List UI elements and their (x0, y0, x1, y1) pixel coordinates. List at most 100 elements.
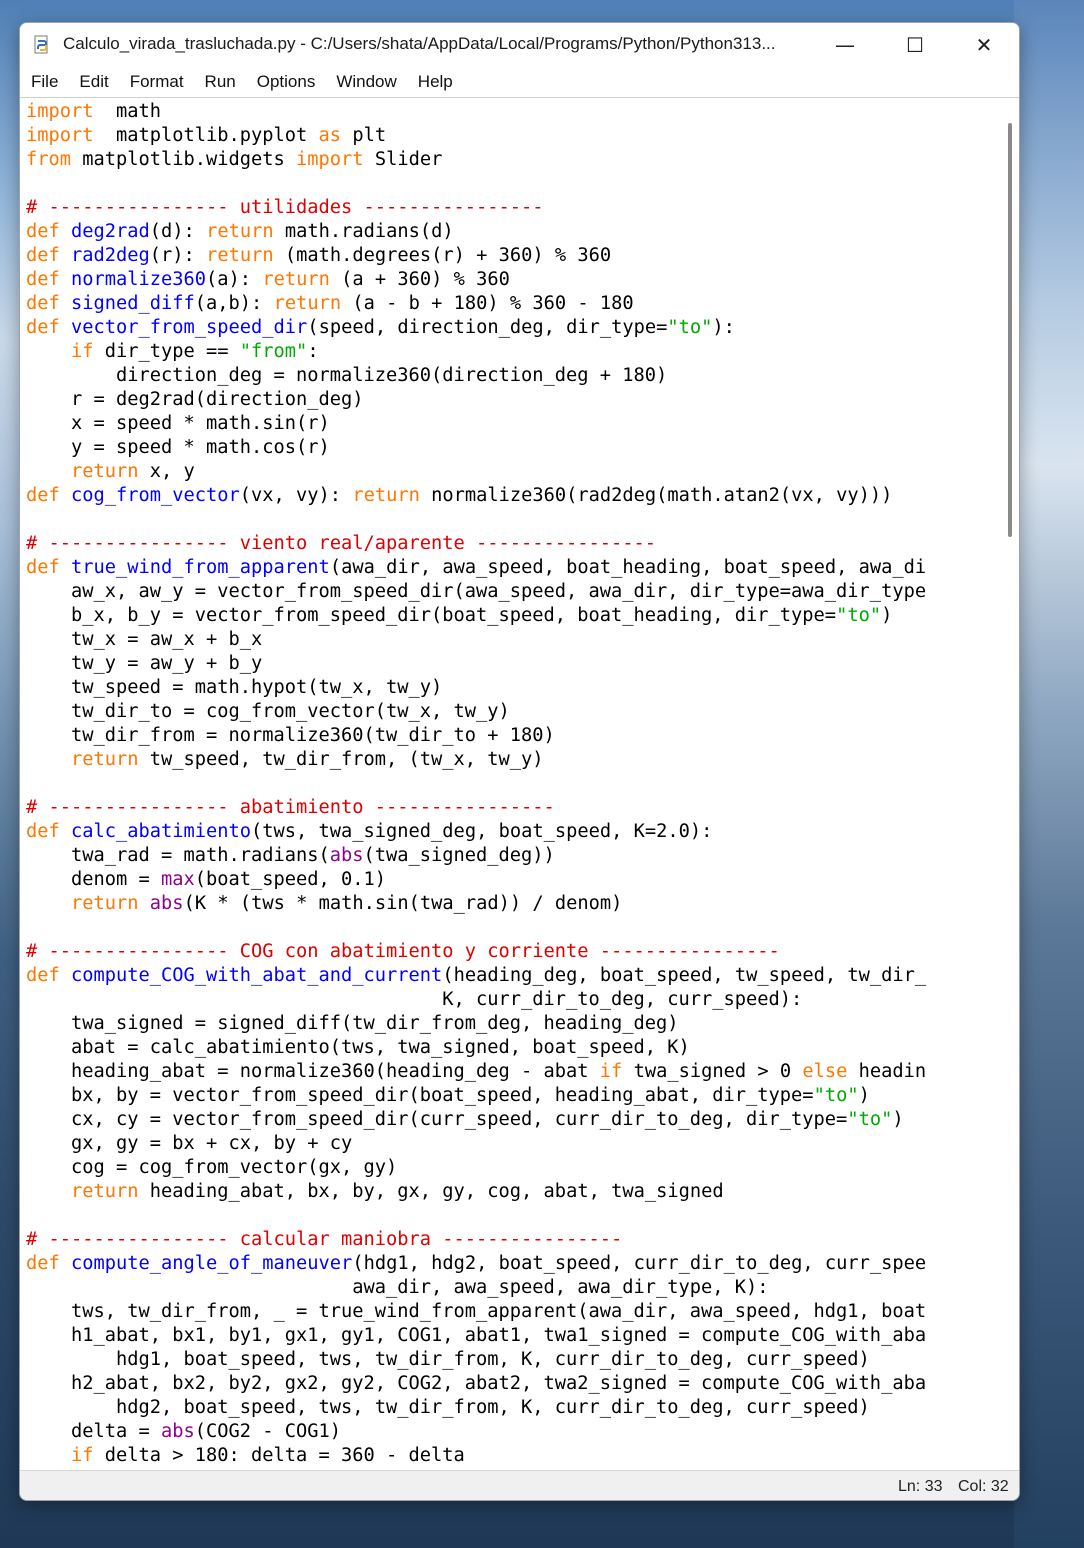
code-line[interactable]: hdg1, boat_speed, tws, tw_dir_from, K, c… (26, 1349, 870, 1370)
code-line[interactable]: def true_wind_from_apparent(awa_dir, awa… (26, 557, 926, 578)
code-token: compute_COG_with_abat_and_current (71, 965, 443, 986)
code-line[interactable]: heading_abat = normalize360(heading_deg … (26, 1061, 926, 1082)
code-line[interactable]: # ---------------- abatimiento ---------… (26, 797, 555, 818)
code-line[interactable]: direction_deg = normalize360(direction_d… (26, 365, 667, 386)
menu-format[interactable]: Format (119, 72, 194, 92)
code-token: signed_diff (71, 293, 195, 314)
code-line[interactable]: twa_signed = signed_diff(tw_dir_from_deg… (26, 1013, 679, 1034)
code-token: math.radians(d) (273, 221, 454, 242)
code-token: tw_dir_to = cog_from_vector(tw_x, tw_y) (26, 701, 510, 722)
code-line[interactable]: def calc_abatimiento(tws, twa_signed_deg… (26, 821, 712, 842)
vertical-scrollbar[interactable] (1002, 99, 1019, 1469)
menu-run[interactable]: Run (194, 72, 246, 92)
code-editor[interactable]: import math import matplotlib.pyplot as … (20, 99, 1002, 1469)
code-line[interactable]: return abs(K * (tws * math.sin(twa_rad))… (26, 893, 622, 914)
code-line[interactable]: cog = cog_from_vector(gx, gy) (26, 1157, 397, 1178)
code-line[interactable]: from matplotlib.widgets import Slider (26, 149, 442, 170)
code-line[interactable]: def vector_from_speed_dir(speed, directi… (26, 317, 735, 338)
code-line[interactable]: tw_y = aw_y + b_y (26, 653, 262, 674)
code-token: aw_x, aw_y = vector_from_speed_dir(awa_s… (26, 581, 927, 602)
code-line[interactable]: bx, by = vector_from_speed_dir(boat_spee… (26, 1085, 870, 1106)
code-token: (tws, twa_signed_deg, boat_speed, K=2.0)… (251, 821, 713, 842)
code-line[interactable]: r = deg2rad(direction_deg) (26, 389, 364, 410)
code-line[interactable]: # ---------------- calcular maniobra ---… (26, 1229, 622, 1250)
code-line[interactable]: cx, cy = vector_from_speed_dir(curr_spee… (26, 1109, 904, 1130)
code-line[interactable]: denom = max(boat_speed, 0.1) (26, 869, 386, 890)
code-line[interactable]: h1_abat, bx1, by1, gx1, gy1, COG1, abat1… (26, 1325, 926, 1346)
code-token: return (71, 749, 139, 770)
code-line[interactable]: # ---------------- utilidades ----------… (26, 197, 544, 218)
code-token: (a + 360) % 360 (329, 269, 510, 290)
code-line[interactable]: tw_dir_from = normalize360(tw_dir_to + 1… (26, 725, 555, 746)
code-token: cog_from_vector (71, 485, 240, 506)
code-line[interactable]: def deg2rad(d): return math.radians(d) (26, 221, 454, 242)
code-token: def (26, 269, 60, 290)
title-bar[interactable]: Calculo_virada_trasluchada.py - C:/Users… (20, 23, 1019, 67)
code-token: (twa_signed_deg)) (363, 845, 555, 866)
code-line[interactable]: tws, tw_dir_from, _ = true_wind_from_app… (26, 1301, 926, 1322)
code-line[interactable]: abat = calc_abatimiento(tws, twa_signed,… (26, 1037, 690, 1058)
code-line[interactable]: return x, y (26, 461, 195, 482)
code-line[interactable]: return heading_abat, bx, by, gx, gy, cog… (26, 1181, 724, 1202)
code-line[interactable]: tw_speed = math.hypot(tw_x, tw_y) (26, 677, 442, 698)
scrollbar-thumb[interactable] (1008, 123, 1012, 537)
code-line[interactable]: if dir_type == "from": (26, 341, 319, 362)
menu-edit[interactable]: Edit (68, 72, 118, 92)
code-line[interactable]: aw_x, aw_y = vector_from_speed_dir(awa_s… (26, 581, 926, 602)
code-token: (hdg1, hdg2, boat_speed, curr_dir_to_deg… (352, 1253, 927, 1274)
code-line[interactable]: b_x, b_y = vector_from_speed_dir(boat_sp… (26, 605, 892, 626)
code-line[interactable]: awa_dir, awa_speed, awa_dir_type, K): (26, 1277, 768, 1298)
code-token: def (26, 485, 60, 506)
status-bar: Ln: 33 Col: 32 (20, 1470, 1019, 1500)
status-line: Ln: 33 (898, 1478, 943, 1495)
code-line[interactable]: tw_dir_to = cog_from_vector(tw_x, tw_y) (26, 701, 510, 722)
code-token: calc_abatimiento (71, 821, 252, 842)
code-token: delta > 180: delta = 360 - delta (93, 1445, 465, 1466)
code-token: "to" (847, 1109, 893, 1130)
code-token: (d): (149, 221, 207, 242)
code-line[interactable]: hdg2, boat_speed, tws, tw_dir_from, K, c… (26, 1397, 870, 1418)
code-line[interactable]: def compute_COG_with_abat_and_current(he… (26, 965, 926, 986)
code-text[interactable]: import math import matplotlib.pyplot as … (26, 100, 926, 1468)
menu-file[interactable]: File (20, 72, 68, 92)
code-token: matplotlib.widgets (71, 149, 297, 170)
status-column: Col: 32 (958, 1478, 1009, 1495)
code-token: heading_abat = normalize360(heading_deg … (26, 1061, 600, 1082)
code-token: normalize360(rad2deg(math.atan2(vx, vy))… (419, 485, 893, 506)
code-token: h1_abat, bx1, by1, gx1, gy1, COG1, abat1… (26, 1325, 927, 1346)
code-line[interactable]: x = speed * math.sin(r) (26, 413, 330, 434)
code-line[interactable]: import math (26, 101, 161, 122)
code-line[interactable]: def rad2deg(r): return (math.degrees(r) … (26, 245, 611, 266)
code-line[interactable]: def compute_angle_of_maneuver(hdg1, hdg2… (26, 1253, 926, 1274)
code-token: # ---------------- calcular maniobra ---… (26, 1229, 623, 1250)
code-line[interactable]: gx, gy = bx + cx, by + cy (26, 1133, 352, 1154)
menu-options[interactable]: Options (246, 72, 326, 92)
code-token: # ---------------- viento real/aparente … (26, 533, 657, 554)
code-line[interactable]: twa_rad = math.radians(abs(twa_signed_de… (26, 845, 555, 866)
code-line[interactable]: def normalize360(a): return (a + 360) % … (26, 269, 510, 290)
code-line[interactable]: return tw_speed, tw_dir_from, (tw_x, tw_… (26, 749, 544, 770)
code-line[interactable]: h2_abat, bx2, by2, gx2, gy2, COG2, abat2… (26, 1373, 926, 1394)
code-token: Slider (363, 149, 443, 170)
code-line[interactable]: # ---------------- viento real/aparente … (26, 533, 656, 554)
code-token: (r): (149, 245, 207, 266)
menu-help[interactable]: Help (407, 72, 463, 92)
code-token: (a): (206, 269, 263, 290)
minimize-button[interactable]: — (810, 23, 880, 67)
code-line[interactable]: def cog_from_vector(vx, vy): return norm… (26, 485, 892, 506)
code-line[interactable]: K, curr_dir_to_deg, curr_speed): (26, 989, 802, 1010)
code-token: (COG2 - COG1) (194, 1421, 342, 1442)
code-line[interactable]: import matplotlib.pyplot as plt (26, 125, 386, 146)
code-line[interactable]: tw_x = aw_x + b_x (26, 629, 262, 650)
maximize-button[interactable]: ☐ (880, 23, 950, 67)
menu-window[interactable]: Window (325, 72, 406, 92)
close-button[interactable]: ✕ (949, 23, 1019, 67)
code-line[interactable]: def signed_diff(a,b): return (a - b + 18… (26, 293, 634, 314)
code-line[interactable]: # ---------------- COG con abatimiento y… (26, 941, 780, 962)
code-token: y = speed * math.cos(r) (26, 437, 330, 458)
code-line[interactable]: y = speed * math.cos(r) (26, 437, 330, 458)
code-line[interactable]: if delta > 180: delta = 360 - delta (26, 1445, 465, 1466)
code-line[interactable]: delta = abs(COG2 - COG1) (26, 1421, 341, 1442)
code-token: gx, gy = bx + cx, by + cy (26, 1133, 353, 1154)
